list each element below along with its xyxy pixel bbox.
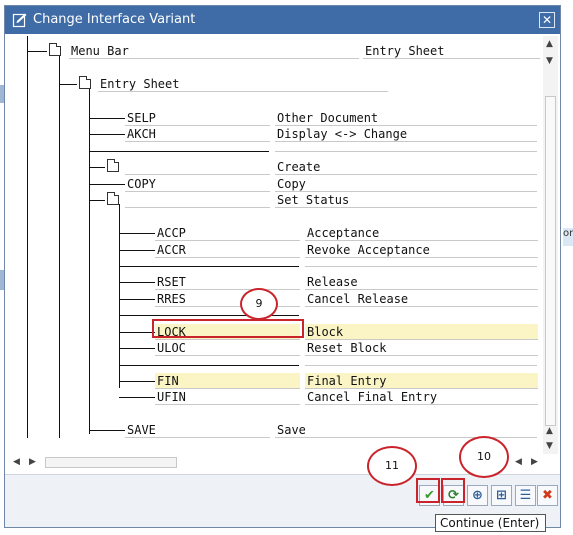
cancel-button[interactable]: ✖ — [537, 485, 558, 506]
scroll-right-icon[interactable]: ▶ — [29, 457, 36, 467]
tree-connector — [59, 84, 77, 85]
tree-connector — [89, 430, 125, 431]
edit-document-icon — [12, 13, 27, 28]
tree-connector — [119, 204, 120, 388]
folder-closed-icon[interactable] — [107, 159, 119, 172]
scroll-down-icon[interactable]: ▼ — [546, 441, 553, 451]
scroll-up-icon[interactable]: ▲ — [546, 39, 553, 49]
function-text: Release — [305, 274, 538, 290]
tree-connector — [119, 381, 155, 382]
folder-open-icon[interactable] — [49, 43, 61, 56]
function-code: UFIN — [155, 389, 300, 405]
function-code: FIN — [155, 373, 300, 389]
function-text: Revoke Acceptance — [305, 242, 538, 258]
function-text: Acceptance — [305, 225, 538, 241]
scroll-down-icon[interactable]: ▼ — [546, 56, 553, 66]
separator-line — [119, 266, 299, 267]
function-code: AKCH — [125, 126, 270, 142]
function-text: Cancel Release — [305, 291, 538, 307]
function-text: Cancel Final Entry — [305, 389, 538, 405]
separator-line — [305, 365, 537, 366]
background-window-fragment: on — [563, 228, 573, 246]
function-code: ULOC — [155, 340, 300, 356]
continue-highlight-box — [416, 478, 440, 503]
tree-connector — [89, 118, 125, 119]
tree-connector — [119, 397, 155, 398]
function-text: Reset Block — [305, 340, 538, 356]
function-code — [125, 159, 270, 175]
list-button[interactable]: ☰ — [515, 485, 536, 506]
scroll-left-icon[interactable]: ◀ — [13, 457, 20, 467]
function-code: COPY — [125, 176, 270, 192]
function-text: Save — [275, 422, 537, 438]
function-code: RRES — [155, 291, 300, 307]
tree-connector — [27, 36, 28, 438]
separator-line — [119, 365, 299, 366]
step-callout-9: 9 — [240, 288, 278, 320]
tree-connector — [27, 51, 47, 52]
scroll-right-icon[interactable]: ▶ — [531, 457, 538, 467]
continue-tooltip: Continue (Enter) — [435, 514, 546, 532]
function-code: RSET — [155, 274, 300, 290]
function-text: Block — [305, 324, 538, 340]
tree-connector — [89, 184, 125, 185]
tree-connector — [119, 299, 155, 300]
tree-connector — [89, 200, 105, 201]
node-value: Entry Sheet — [363, 43, 540, 59]
function-text: Create — [275, 159, 537, 175]
tree-connector — [119, 348, 155, 349]
vertical-scrollbar[interactable]: ▲ ▼ ▲ ▼ — [543, 36, 558, 454]
step-callout-10: 10 — [459, 436, 509, 478]
tree-connector — [119, 250, 155, 251]
step-callout-11: 11 — [367, 446, 417, 486]
tree-connector — [89, 134, 125, 135]
dialog-footer: ✔ ⟳ ⊕ ⊞ ☰ ✖ Continue (Enter) — [5, 474, 560, 532]
scroll-up-icon[interactable]: ▲ — [546, 426, 553, 436]
function-code: SAVE — [125, 422, 270, 438]
separator-line — [305, 266, 537, 267]
lock-highlight-box — [152, 319, 304, 338]
function-code: ACCR — [155, 242, 300, 258]
tree-connector — [89, 167, 105, 168]
function-text: Other Document — [275, 110, 537, 126]
folder-open-icon[interactable] — [107, 192, 119, 205]
function-code — [125, 192, 270, 208]
collapse-button[interactable]: ⊞ — [491, 485, 512, 506]
expand-button[interactable]: ⊕ — [467, 485, 488, 506]
continue-reset-highlight-box — [441, 478, 465, 503]
scrollbar-thumb[interactable] — [45, 457, 177, 468]
function-code: SELP — [125, 110, 270, 126]
tree-connector — [119, 282, 155, 283]
function-text: Display <-> Change — [275, 126, 537, 142]
dialog-title: Change Interface Variant — [33, 12, 196, 27]
dialog-titlebar: Change Interface Variant ✕ — [5, 6, 560, 34]
function-text: Set Status — [275, 192, 537, 208]
tree-connector — [119, 332, 155, 333]
menu-tree: Menu Bar Entry Sheet Entry Sheet SELP Ot… — [7, 36, 540, 438]
scroll-left-icon[interactable]: ◀ — [515, 457, 522, 467]
tree-connector — [59, 50, 60, 438]
separator-line — [89, 151, 269, 152]
function-text: Copy — [275, 176, 537, 192]
folder-open-icon[interactable] — [79, 76, 91, 89]
node-label: Entry Sheet — [98, 76, 388, 92]
tree-connector — [119, 233, 155, 234]
scrollbar-thumb[interactable] — [545, 96, 556, 426]
separator-line — [275, 151, 537, 152]
function-code: ACCP — [155, 225, 300, 241]
tree-connector — [89, 84, 90, 434]
node-label: Menu Bar — [69, 43, 359, 59]
close-button[interactable]: ✕ — [539, 12, 555, 28]
function-text: Final Entry — [305, 373, 538, 389]
